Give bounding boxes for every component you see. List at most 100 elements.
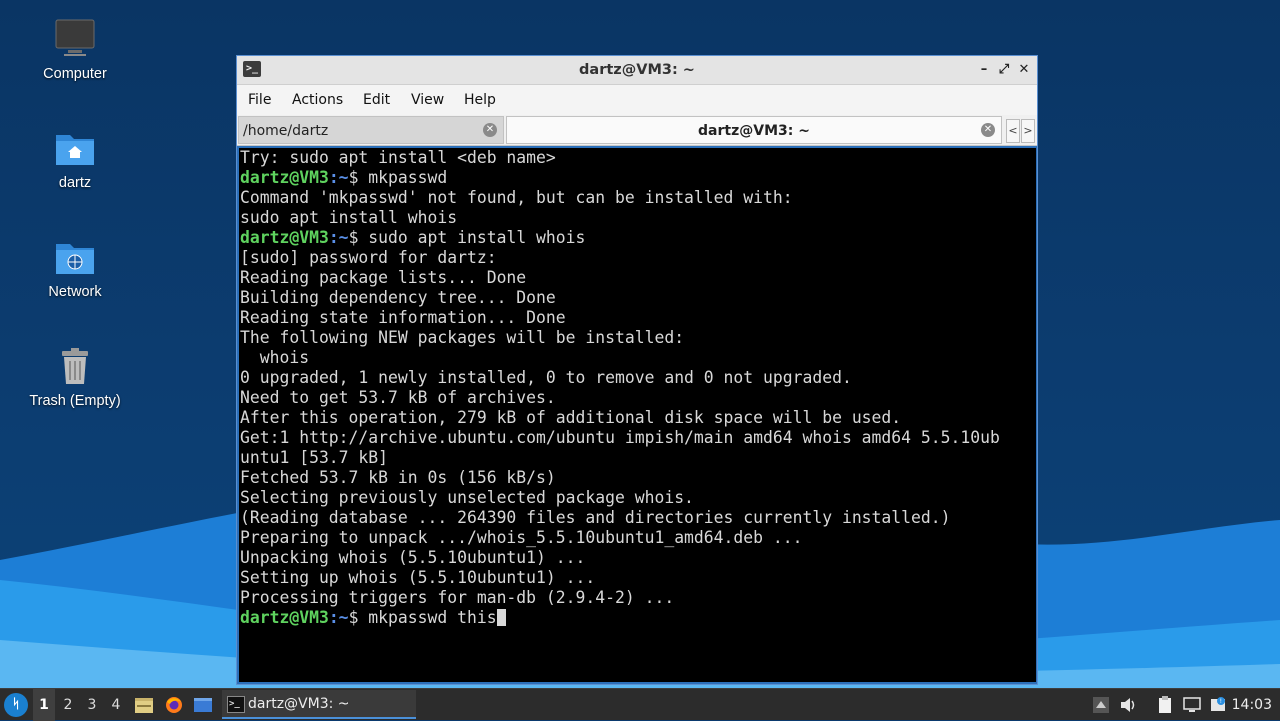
output-text: sudo apt install whois: [240, 208, 458, 227]
tab-home-dartz[interactable]: /home/dartz ✕: [238, 116, 504, 144]
firefox-icon[interactable]: [164, 696, 184, 714]
terminal-current-prompt[interactable]: dartz@VM3:~$ mkpasswd this: [240, 608, 1036, 628]
update-notifier-icon[interactable]: !: [1208, 695, 1228, 715]
output-text: Fetched 53.7 kB in 0s (156 kB/s): [240, 468, 556, 487]
output-text: (Reading database ... 264390 files and d…: [240, 508, 951, 527]
terminal-output-line: Processing triggers for man-db (2.9.4-2)…: [240, 588, 1036, 608]
terminal-output-line: Get:1 http://archive.ubuntu.com/ubuntu i…: [240, 428, 1036, 448]
tab-scroll-right-button[interactable]: >: [1021, 119, 1035, 143]
tab-label: dartz@VM3: ~: [698, 123, 810, 139]
network-folder-icon: [56, 244, 94, 274]
menu-edit[interactable]: Edit: [363, 85, 390, 115]
output-text: Reading package lists... Done: [240, 268, 527, 287]
output-text: Processing triggers for man-db (2.9.4-2)…: [240, 588, 675, 607]
terminal-output-line: untu1 [53.7 kB]: [240, 448, 1036, 468]
output-text: Need to get 53.7 kB of archives.: [240, 388, 556, 407]
output-text: Get:1 http://archive.ubuntu.com/ubuntu i…: [240, 428, 1000, 447]
window-title: dartz@VM3: ~: [579, 62, 695, 78]
computer-icon: [55, 19, 95, 56]
show-desktop-icon[interactable]: [193, 696, 213, 714]
terminal-output-line: whois: [240, 348, 1036, 368]
output-text: Command 'mkpasswd' not found, but can be…: [240, 188, 793, 207]
terminal-output-line: Fetched 53.7 kB in 0s (156 kB/s): [240, 468, 1036, 488]
terminal-output-line: 0 upgraded, 1 newly installed, 0 to remo…: [240, 368, 1036, 388]
output-text: Reading state information... Done: [240, 308, 566, 327]
taskbar: ᛋ 1 2 3 4 >_ dartz@VM3: ~ ! 14:03: [0, 688, 1280, 721]
output-text: Selecting previously unselected package …: [240, 488, 694, 507]
terminal-output-line: Need to get 53.7 kB of archives.: [240, 388, 1036, 408]
prompt-symbol: $: [348, 168, 359, 187]
workspace-3[interactable]: 3: [81, 689, 103, 721]
terminal-output-line: Preparing to unpack .../whois_5.5.10ubun…: [240, 528, 1036, 548]
taskbar-task-terminal[interactable]: >_ dartz@VM3: ~: [222, 690, 416, 719]
terminal-command-line: dartz@VM3:~$ mkpasswd: [240, 168, 1036, 188]
tab-close-icon[interactable]: ✕: [483, 123, 497, 137]
desktop-icon-network[interactable]: Network: [25, 236, 125, 300]
desktop-icon-label: Computer: [43, 66, 107, 82]
workspace-4[interactable]: 4: [105, 689, 127, 721]
terminal-output-line: Selecting previously unselected package …: [240, 488, 1036, 508]
workspace-1[interactable]: 1: [33, 689, 55, 721]
clipboard-icon[interactable]: [1155, 695, 1175, 715]
menu-help[interactable]: Help: [464, 85, 496, 115]
terminal-app-icon: >_: [227, 696, 245, 713]
output-text: Setting up whois (5.5.10ubuntu1) ...: [240, 568, 596, 587]
menu-file[interactable]: File: [248, 85, 271, 115]
terminal-output-line: Try: sudo apt install <deb name>: [240, 148, 1036, 168]
tab-scroll-left-button[interactable]: <: [1006, 119, 1020, 143]
desktop: Computer dartz Network Trash (Empty) >_ …: [0, 0, 1280, 688]
desktop-icon-label: Network: [48, 284, 102, 300]
command-text: mkpasswd: [358, 168, 448, 187]
tab-label: /home/dartz: [243, 123, 329, 139]
terminal-output-line: Reading package lists... Done: [240, 268, 1036, 288]
output-text: The following NEW packages will be insta…: [240, 328, 685, 347]
task-label: dartz@VM3: ~: [248, 696, 350, 712]
desktop-icon-home[interactable]: dartz: [25, 127, 125, 191]
window-titlebar[interactable]: >_ dartz@VM3: ~ – ⤢ ✕: [237, 56, 1037, 85]
file-manager-icon[interactable]: [134, 696, 154, 714]
terminal-output-line: Setting up whois (5.5.10ubuntu1) ...: [240, 568, 1036, 588]
tab-bar: /home/dartz ✕ dartz@VM3: ~ ✕ < >: [237, 115, 1037, 146]
network-tray-icon[interactable]: [1182, 695, 1202, 715]
start-menu-icon[interactable]: ᛋ: [4, 693, 28, 717]
command-text: sudo apt install whois: [358, 228, 586, 247]
close-button[interactable]: ✕: [1015, 61, 1033, 79]
prompt-user: dartz@VM3: [240, 608, 329, 627]
terminal-input-text[interactable]: mkpasswd this: [358, 608, 496, 627]
volume-icon[interactable]: [1118, 695, 1138, 715]
prompt-user: dartz@VM3: [240, 168, 329, 187]
output-text: Unpacking whois (5.5.10ubuntu1) ...: [240, 548, 586, 567]
tab-close-icon[interactable]: ✕: [981, 123, 995, 137]
terminal-window: >_ dartz@VM3: ~ – ⤢ ✕ File Actions Edit …: [236, 55, 1038, 685]
workspace-2[interactable]: 2: [57, 689, 79, 721]
prompt-path: :~: [328, 168, 349, 187]
terminal-output-line: Building dependency tree... Done: [240, 288, 1036, 308]
clock: 14:03: [1231, 697, 1272, 713]
menu-view[interactable]: View: [411, 85, 444, 115]
terminal-output-line: Reading state information... Done: [240, 308, 1036, 328]
output-text: whois: [240, 348, 310, 367]
maximize-button[interactable]: ⤢: [995, 61, 1013, 79]
terminal-output[interactable]: Try: sudo apt install <deb name> dartz@VM…: [239, 148, 1036, 682]
terminal-command-line: dartz@VM3:~$ sudo apt install whois: [240, 228, 1036, 248]
terminal-output-line: The following NEW packages will be insta…: [240, 328, 1036, 348]
svg-text:!: !: [1220, 698, 1222, 705]
terminal-output-line: Unpacking whois (5.5.10ubuntu1) ...: [240, 548, 1036, 568]
desktop-icon-trash[interactable]: Trash (Empty): [25, 345, 125, 409]
output-text: [sudo] password for dartz:: [240, 248, 497, 267]
menu-bar: File Actions Edit View Help: [237, 85, 1037, 115]
minimize-button[interactable]: –: [975, 61, 993, 79]
terminal-output-line: (Reading database ... 264390 files and d…: [240, 508, 1036, 528]
menu-actions[interactable]: Actions: [292, 85, 343, 115]
output-text: 0 upgraded, 1 newly installed, 0 to remo…: [240, 368, 852, 387]
tab-dartz-vm3[interactable]: dartz@VM3: ~ ✕: [506, 116, 1002, 144]
output-text: After this operation, 279 kB of addition…: [240, 408, 902, 427]
desktop-icon-computer[interactable]: Computer: [25, 18, 125, 82]
terminal-output-line: [sudo] password for dartz:: [240, 248, 1036, 268]
output-text: Preparing to unpack .../whois_5.5.10ubun…: [240, 528, 803, 547]
terminal-output-line: After this operation, 279 kB of addition…: [240, 408, 1036, 428]
desktop-icon-label: dartz: [58, 175, 92, 191]
text-cursor: [496, 609, 506, 626]
tray-arrow-up-icon[interactable]: [1091, 695, 1111, 715]
prompt-symbol: $: [348, 608, 359, 627]
